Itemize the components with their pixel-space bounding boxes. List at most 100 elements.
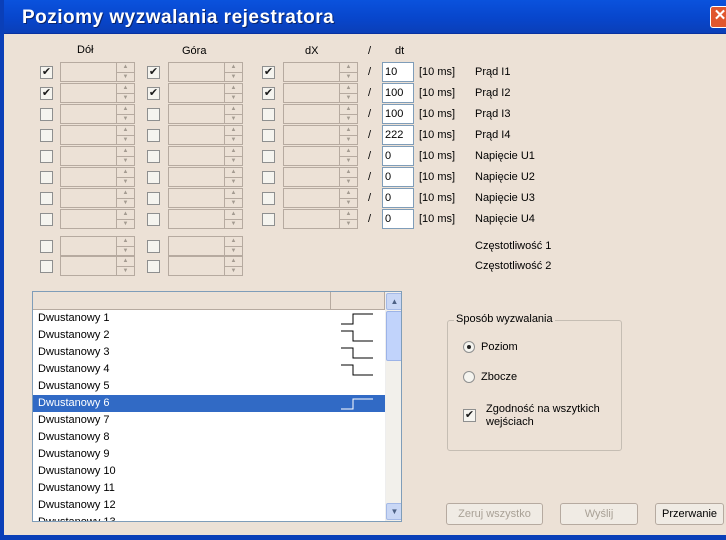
freq-0-dol-spinner-down-icon[interactable]: ▼ [117, 245, 134, 255]
row-5-dx-spinner-up-icon[interactable]: ▲ [340, 168, 357, 177]
row-3-dt-input[interactable]: 222 [382, 125, 414, 145]
list-item[interactable]: Dwustanowy 12 [33, 497, 385, 514]
abort-button[interactable]: Przerwanie [655, 503, 724, 525]
row-5-gora-checkbox[interactable] [147, 171, 160, 184]
list-item[interactable]: Dwustanowy 10 [33, 463, 385, 480]
row-2-dx-checkbox[interactable] [262, 108, 275, 121]
radio-edge[interactable] [463, 371, 475, 383]
row-2-dol-checkbox[interactable] [40, 108, 53, 121]
list-item[interactable]: Dwustanowy 2 [33, 327, 385, 344]
row-1-dt-input[interactable]: 100 [382, 83, 414, 103]
title-bar[interactable]: Poziomy wyzwalania rejestratora [0, 0, 726, 34]
row-3-dx-spinner-field[interactable] [283, 125, 339, 145]
row-4-dol-checkbox[interactable] [40, 150, 53, 163]
row-0-dx-spinner-up-icon[interactable]: ▲ [340, 63, 357, 72]
row-1-gora-spinner-down-icon[interactable]: ▼ [225, 92, 242, 102]
row-1-gora-spinner-field[interactable] [168, 83, 224, 103]
row-0-gora-spinner-down-icon[interactable]: ▼ [225, 71, 242, 81]
row-1-dx-spinner-down-icon[interactable]: ▼ [340, 92, 357, 102]
list-item[interactable]: Dwustanowy 4 [33, 361, 385, 378]
row-3-dol-spinner-up-icon[interactable]: ▲ [117, 126, 134, 135]
list-header-name-column[interactable] [33, 292, 331, 310]
row-6-dol-spinner-field[interactable] [60, 188, 116, 208]
row-3-dx-spinner-up-icon[interactable]: ▲ [340, 126, 357, 135]
row-2-dol-spinner-down-icon[interactable]: ▼ [117, 113, 134, 123]
row-2-gora-spinner-up-icon[interactable]: ▲ [225, 105, 242, 114]
row-5-dol-checkbox[interactable] [40, 171, 53, 184]
row-4-dx-spinner-field[interactable] [283, 146, 339, 166]
row-6-dx-spinner-up-icon[interactable]: ▲ [340, 189, 357, 198]
row-3-gora-spinner-field[interactable] [168, 125, 224, 145]
row-7-gora-checkbox[interactable] [147, 213, 160, 226]
row-7-dol-spinner-field[interactable] [60, 209, 116, 229]
list-item[interactable]: Dwustanowy 1 [33, 310, 385, 327]
row-2-gora-checkbox[interactable] [147, 108, 160, 121]
row-3-gora-spinner-down-icon[interactable]: ▼ [225, 134, 242, 144]
row-2-dt-input[interactable]: 100 [382, 104, 414, 124]
row-4-dt-input[interactable]: 0 [382, 146, 414, 166]
row-1-dol-spinner-down-icon[interactable]: ▼ [117, 92, 134, 102]
row-6-dx-checkbox[interactable] [262, 192, 275, 205]
row-1-dol-spinner-field[interactable] [60, 83, 116, 103]
row-2-gora-spinner-down-icon[interactable]: ▼ [225, 113, 242, 123]
row-6-gora-spinner-down-icon[interactable]: ▼ [225, 197, 242, 207]
row-7-dol-spinner-up-icon[interactable]: ▲ [117, 210, 134, 219]
row-7-dol-spinner-down-icon[interactable]: ▼ [117, 218, 134, 228]
row-4-dol-spinner-down-icon[interactable]: ▼ [117, 155, 134, 165]
freq-1-dol-checkbox[interactable] [40, 260, 53, 273]
row-3-dol-spinner-down-icon[interactable]: ▼ [117, 134, 134, 144]
freq-0-gora-checkbox[interactable] [147, 240, 160, 253]
row-0-dol-checkbox[interactable]: ✔ [40, 66, 53, 79]
row-4-dx-spinner-up-icon[interactable]: ▲ [340, 147, 357, 156]
freq-0-gora-spinner-down-icon[interactable]: ▼ [225, 245, 242, 255]
list-item[interactable]: Dwustanowy 5 [33, 378, 385, 395]
row-1-dx-spinner-up-icon[interactable]: ▲ [340, 84, 357, 93]
row-0-dol-spinner-up-icon[interactable]: ▲ [117, 63, 134, 72]
row-6-dx-spinner-field[interactable] [283, 188, 339, 208]
row-4-dx-spinner-down-icon[interactable]: ▼ [340, 155, 357, 165]
row-0-dx-checkbox[interactable]: ✔ [262, 66, 275, 79]
close-icon[interactable]: ✕ [710, 6, 726, 28]
freq-0-dol-spinner-up-icon[interactable]: ▲ [117, 237, 134, 246]
row-5-gora-spinner-field[interactable] [168, 167, 224, 187]
radio-level[interactable] [463, 341, 475, 353]
freq-0-dol-spinner-field[interactable] [60, 236, 116, 256]
row-5-dx-spinner-field[interactable] [283, 167, 339, 187]
freq-0-gora-spinner-up-icon[interactable]: ▲ [225, 237, 242, 246]
row-4-dol-spinner-field[interactable] [60, 146, 116, 166]
row-0-gora-spinner-field[interactable] [168, 62, 224, 82]
row-2-dx-spinner-up-icon[interactable]: ▲ [340, 105, 357, 114]
freq-0-dol-checkbox[interactable] [40, 240, 53, 253]
row-6-gora-spinner-up-icon[interactable]: ▲ [225, 189, 242, 198]
scroll-up-icon[interactable]: ▲ [386, 293, 401, 310]
freq-1-gora-spinner-up-icon[interactable]: ▲ [225, 257, 242, 266]
row-5-gora-spinner-up-icon[interactable]: ▲ [225, 168, 242, 177]
row-2-dx-spinner-down-icon[interactable]: ▼ [340, 113, 357, 123]
list-item[interactable]: Dwustanowy 11 [33, 480, 385, 497]
reset-all-button[interactable]: Zeruj wszystko [446, 503, 543, 525]
list-header-wave-column[interactable] [331, 292, 385, 310]
list-item[interactable]: Dwustanowy 9 [33, 446, 385, 463]
row-4-gora-spinner-field[interactable] [168, 146, 224, 166]
row-4-gora-spinner-up-icon[interactable]: ▲ [225, 147, 242, 156]
row-2-dx-spinner-field[interactable] [283, 104, 339, 124]
list-item[interactable]: Dwustanowy 13 [33, 514, 385, 521]
row-1-dol-checkbox[interactable]: ✔ [40, 87, 53, 100]
freq-0-gora-spinner-field[interactable] [168, 236, 224, 256]
row-4-gora-spinner-down-icon[interactable]: ▼ [225, 155, 242, 165]
row-1-gora-checkbox[interactable]: ✔ [147, 87, 160, 100]
row-1-dx-spinner-field[interactable] [283, 83, 339, 103]
row-6-dt-input[interactable]: 0 [382, 188, 414, 208]
row-1-dol-spinner-up-icon[interactable]: ▲ [117, 84, 134, 93]
list-item[interactable]: Dwustanowy 8 [33, 429, 385, 446]
list-item[interactable]: Dwustanowy 7 [33, 412, 385, 429]
row-5-gora-spinner-down-icon[interactable]: ▼ [225, 176, 242, 186]
row-6-gora-spinner-field[interactable] [168, 188, 224, 208]
freq-1-dol-spinner-field[interactable] [60, 256, 116, 276]
row-0-dx-spinner-down-icon[interactable]: ▼ [340, 71, 357, 81]
row-5-dx-spinner-down-icon[interactable]: ▼ [340, 176, 357, 186]
row-0-dol-spinner-down-icon[interactable]: ▼ [117, 71, 134, 81]
row-7-dx-spinner-up-icon[interactable]: ▲ [340, 210, 357, 219]
scroll-down-icon[interactable]: ▼ [386, 503, 401, 520]
freq-1-gora-spinner-field[interactable] [168, 256, 224, 276]
